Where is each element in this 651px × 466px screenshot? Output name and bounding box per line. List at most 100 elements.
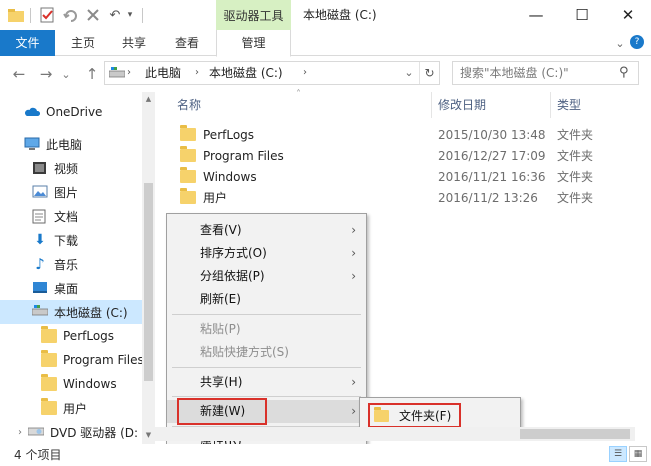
column-divider[interactable] — [550, 92, 551, 118]
sidebar-item-downloads[interactable]: ⬇ 下载 — [0, 228, 142, 252]
new-folder-icon[interactable] — [61, 5, 81, 25]
chevron-down-icon[interactable]: ⌄ — [611, 33, 629, 53]
sidebar-item-documents[interactable]: 文档 — [0, 204, 142, 228]
sidebar-item-users[interactable]: 用户 — [0, 396, 142, 420]
recent-locations-button[interactable]: ⌄ — [59, 62, 73, 86]
menu-item-paste-shortcut: 粘贴快捷方式(S) — [167, 341, 366, 364]
column-divider[interactable] — [431, 92, 432, 118]
sidebar-item-music[interactable]: ♪ 音乐 — [0, 252, 142, 276]
folder-icon — [6, 5, 26, 25]
sidebar-item-label: 图片 — [54, 185, 79, 200]
search-icon[interactable]: ⚲ — [619, 62, 629, 84]
address-bar[interactable]: › 此电脑 › 本地磁盘 (C:) › ⌄ ↻ — [104, 61, 440, 85]
forward-button[interactable]: → — [35, 62, 57, 86]
tab-home[interactable]: 主页 — [62, 30, 104, 56]
maximize-button[interactable]: ☐ — [559, 0, 605, 30]
breadcrumb-local-disk[interactable]: 本地磁盘 (C:) — [209, 62, 283, 84]
breadcrumb-separator: › — [127, 67, 131, 78]
scroll-down-icon[interactable]: ▼ — [142, 428, 155, 442]
sidebar-item-onedrive[interactable]: OneDrive — [0, 100, 142, 124]
properties-icon[interactable] — [37, 5, 57, 25]
file-type: 文件夹 — [557, 191, 594, 205]
documents-icon — [32, 209, 48, 224]
close-button[interactable]: ✕ — [605, 0, 651, 30]
sidebar-item-label: 下载 — [54, 233, 79, 248]
onedrive-icon — [24, 105, 41, 119]
menu-item-group-by[interactable]: 分组依据(P) › — [167, 265, 366, 288]
tab-share[interactable]: 共享 — [113, 30, 155, 56]
folder-icon — [180, 167, 196, 183]
file-row[interactable]: 用户 2016/11/2 13:26 文件夹 — [170, 187, 610, 208]
file-row[interactable]: Windows 2016/11/21 16:36 文件夹 — [170, 166, 610, 187]
sidebar-item-this-pc[interactable]: 此电脑 — [0, 132, 142, 156]
column-header-date[interactable]: 修改日期 — [438, 92, 486, 118]
sidebar-item-videos[interactable]: 视频 — [0, 156, 142, 180]
column-header-type[interactable]: 类型 — [557, 92, 581, 118]
menu-item-new-folder[interactable]: 文件夹(F) — [368, 403, 461, 428]
horizontal-scrollbar-thumb[interactable] — [520, 429, 630, 439]
sort-ascending-icon: ˄ — [296, 89, 301, 100]
menu-item-label: 粘贴(P) — [200, 322, 241, 336]
nav-pane-scrollbar-thumb[interactable] — [144, 183, 153, 381]
menu-item-label: 分组依据(P) — [200, 269, 265, 283]
sidebar-item-program-files[interactable]: Program Files — [0, 348, 142, 372]
menu-separator — [172, 396, 361, 397]
chevron-right-icon[interactable]: › — [18, 427, 28, 438]
sidebar-item-pictures[interactable]: 图片 — [0, 180, 142, 204]
tab-view[interactable]: 查看 — [166, 30, 208, 56]
sidebar-item-label: 用户 — [63, 401, 88, 416]
folder-icon — [41, 326, 57, 343]
undo-icon[interactable]: ↶ — [105, 5, 125, 25]
window-title: 本地磁盘 (C:) — [303, 8, 377, 22]
menu-separator — [172, 367, 361, 368]
tab-manage[interactable]: 管理 — [216, 30, 291, 57]
sidebar-item-label: 桌面 — [54, 281, 79, 296]
folder-icon — [180, 188, 196, 204]
menu-item-refresh[interactable]: 刷新(E) — [167, 288, 366, 311]
file-type: 文件夹 — [557, 128, 594, 142]
menu-item-sort-by[interactable]: 排序方式(O) › — [167, 242, 366, 265]
search-input[interactable]: 搜索"本地磁盘 (C:)" — [460, 62, 569, 84]
refresh-button[interactable]: ↻ — [419, 62, 439, 84]
help-icon[interactable]: ? — [630, 35, 644, 49]
sidebar-item-dvd-drive[interactable]: › DVD 驱动器 (D: — [0, 420, 142, 444]
dvd-icon — [27, 425, 45, 439]
breadcrumb-this-pc[interactable]: 此电脑 — [145, 62, 181, 84]
menu-item-label: 刷新(E) — [200, 292, 241, 306]
tab-file[interactable]: 文件 — [0, 30, 55, 56]
delete-icon[interactable] — [83, 5, 103, 25]
chevron-right-icon: › — [351, 404, 356, 418]
file-row[interactable]: PerfLogs 2015/10/30 13:48 文件夹 — [170, 124, 610, 145]
chevron-right-icon: › — [351, 223, 356, 237]
folder-icon — [374, 406, 389, 422]
scroll-up-icon[interactable]: ▲ — [142, 92, 155, 106]
sidebar-item-perflogs[interactable]: PerfLogs — [0, 324, 142, 348]
back-button[interactable]: ← — [8, 62, 30, 86]
details-view-button[interactable]: ☰ — [609, 446, 627, 462]
menu-item-view[interactable]: 查看(V) › — [167, 219, 366, 242]
address-dropdown-button[interactable]: ⌄ — [401, 62, 417, 84]
sidebar-item-local-disk[interactable]: 本地磁盘 (C:) — [0, 300, 142, 324]
menu-item-share[interactable]: 共享(H) › — [167, 371, 366, 394]
file-row[interactable]: Program Files 2016/12/27 17:09 文件夹 — [170, 145, 610, 166]
search-box[interactable]: 搜索"本地磁盘 (C:)" ⚲ — [452, 61, 639, 85]
minimize-button[interactable]: — — [513, 0, 559, 30]
drive-icon — [108, 67, 126, 79]
file-date: 2016/12/27 17:09 — [438, 148, 546, 163]
customize-toolbar-icon[interactable]: ▾ — [124, 5, 136, 25]
sidebar-item-desktop[interactable]: 桌面 — [0, 276, 142, 300]
large-icons-view-button[interactable]: ▦ — [629, 446, 647, 462]
folder-icon — [41, 350, 57, 367]
sidebar-item-label: 视频 — [54, 161, 79, 176]
up-button[interactable]: ↑ — [81, 62, 103, 86]
file-name: Windows — [203, 169, 257, 184]
sidebar-item-label: 文档 — [54, 209, 79, 224]
file-type: 文件夹 — [557, 170, 594, 184]
breadcrumb-separator[interactable]: › — [303, 62, 307, 84]
chevron-right-icon: › — [351, 269, 356, 283]
menu-item-label: 文件夹(F) — [399, 409, 452, 423]
breadcrumb-separator[interactable]: › — [195, 62, 199, 84]
file-name: 用户 — [203, 191, 228, 205]
sidebar-item-windows[interactable]: Windows — [0, 372, 142, 396]
column-header-name[interactable]: 名称 — [177, 92, 201, 118]
